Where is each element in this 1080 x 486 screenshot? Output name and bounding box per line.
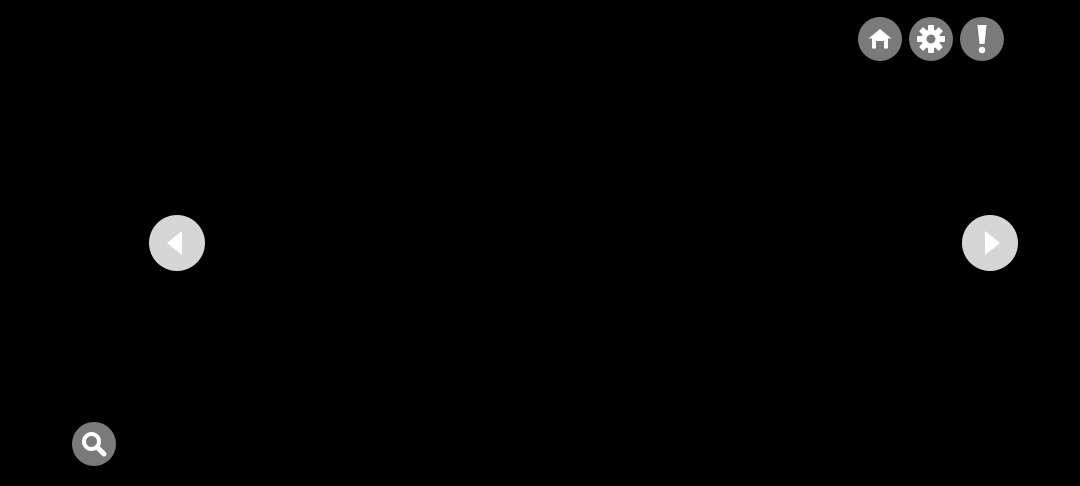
info-button[interactable] (960, 17, 1004, 61)
chevron-right-icon (985, 231, 1000, 255)
viewer-screen (0, 0, 1080, 486)
next-button[interactable] (962, 215, 1018, 271)
magnifier-icon (82, 432, 107, 457)
search-button[interactable] (72, 422, 116, 466)
gear-icon (917, 25, 945, 53)
exclamation-icon (977, 25, 987, 54)
settings-button[interactable] (909, 17, 953, 61)
previous-button[interactable] (149, 215, 205, 271)
home-icon (868, 29, 892, 49)
chevron-left-icon (167, 231, 182, 255)
top-toolbar (858, 17, 1004, 61)
home-button[interactable] (858, 17, 902, 61)
